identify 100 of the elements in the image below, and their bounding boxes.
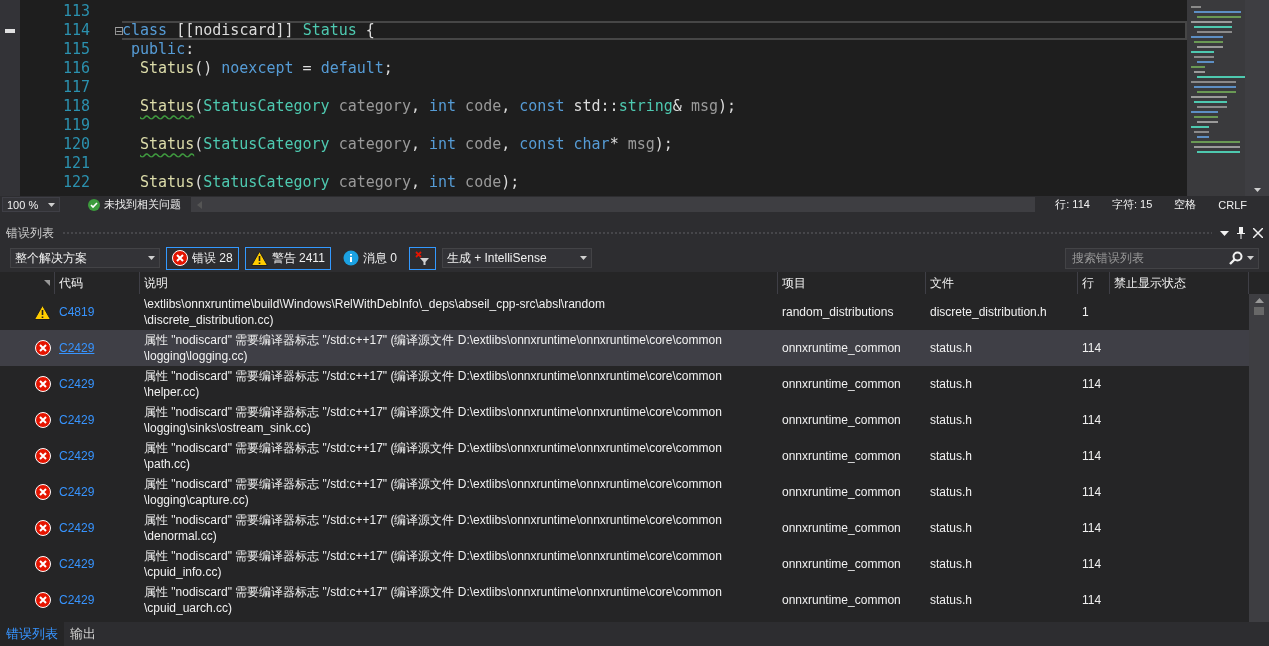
error-code-link[interactable]: C2429 [59,557,95,571]
line-number: 119 [61,116,90,135]
file-cell: discrete_distribution.h [930,305,1047,319]
column-header[interactable]: 说明 [144,274,168,292]
char-indicator: 字符: 15 [1111,197,1153,212]
project-cell: onnxruntime_common [782,413,901,427]
error-code-link[interactable]: C2429 [59,485,95,499]
error-icon [35,412,51,428]
pin-icon[interactable] [1237,227,1245,239]
description-text: \cpuid_uarch.cc) [144,600,234,616]
search-icon [1229,251,1243,265]
scope-dropdown[interactable]: 整个解决方案 [10,248,160,268]
column-header[interactable]: 代码 [59,274,83,292]
file-cell: status.h [930,521,973,535]
check-icon [88,198,100,211]
error-code-link[interactable]: C2429 [59,521,95,535]
warnings-filter[interactable]: 警告 2411 [244,246,331,270]
description-text: 属性 "nodiscard" 需要编译器标志 "/std:c++17" (编译源文件 D:\extlibs\onnxruntime\onnxruntime\core\common [144,404,723,420]
line-cell: 114 [1082,449,1102,463]
file-cell: status.h [930,449,973,463]
description-text: \logging\capture.cc) [144,492,250,508]
panel-tab[interactable]: 错误列表 [0,622,64,646]
description-text: \logging\logging.cc) [144,348,249,364]
fold-toggle[interactable]: ⊟ [113,24,124,37]
error-icon [35,448,51,464]
filter-clear-icon [414,250,430,266]
line-number: 121 [61,154,90,173]
code-line: Status(StatusCategory category, int code, const char* msg); [139,135,674,154]
indent-indicator: 空格 [1174,197,1197,212]
error-row[interactable]: C2429 属性 "nodiscard" 需要编译器标志 "/std:c++17" (编译源文件 D:\extlibs\onnxruntime\onnxruntime\core\common \logging\logging.cc) onnxruntime_common status.h 114 [0,330,1249,366]
project-cell: onnxruntime_common [782,593,901,607]
zoom-dropdown[interactable]: 100 % [2,197,60,212]
code-line: class [[nodiscard]] Status { [122,21,1187,40]
code-minimap[interactable] [1187,0,1245,196]
project-cell: onnxruntime_common [782,377,901,391]
file-cell: status.h [930,557,973,571]
line-number: 113 [61,2,90,21]
clear-filter-button[interactable] [408,246,436,270]
line-cell: 114 [1082,377,1102,391]
caret-icon [1253,188,1261,192]
line-number: 114 [61,21,90,40]
line-cell: 114 [1082,341,1102,355]
description-text: \path.cc) [144,456,192,472]
error-icon [35,556,51,572]
horizontal-scrollbar[interactable] [191,197,1036,212]
messages-filter[interactable]: 消息 0 [336,246,403,270]
description-text: \helper.cc) [144,384,201,400]
errors-filter[interactable]: 错误 28 [166,246,239,270]
dropdown-icon[interactable] [1220,230,1229,236]
line-indicator: 行: 114 [1055,197,1090,212]
description-text: 属性 "nodiscard" 需要编译器标志 "/std:c++17" (编译源文件 D:\extlibs\onnxruntime\onnxruntime\core\common [144,332,723,348]
error-code-link[interactable]: C4819 [59,305,95,319]
column-header[interactable]: 禁止显示状态 [1114,274,1186,292]
line-number: 118 [61,97,90,116]
panel-tab[interactable]: 输出 [64,622,102,646]
error-icon [35,376,51,392]
error-icon [35,520,51,536]
error-code-link[interactable]: C2429 [59,413,95,427]
list-scrollbar[interactable] [1249,294,1269,622]
close-icon[interactable] [1253,228,1263,238]
line-number: 116 [61,59,90,78]
error-icon [35,484,51,500]
column-header[interactable]: 项目 [782,274,806,292]
search-field[interactable]: 搜索错误列表 [1070,250,1225,266]
scroll-thumb[interactable] [1254,307,1264,315]
info-icon [342,250,359,266]
warning-icon [250,250,268,266]
scroll-up-icon[interactable] [1254,298,1264,303]
issues-status: 未找到相关问题 [104,197,181,212]
file-cell: status.h [930,377,973,391]
error-code-link[interactable]: C2429 [59,593,95,607]
project-cell: onnxruntime_common [782,485,901,499]
line-number: 117 [61,78,90,97]
project-cell: onnxruntime_common [782,557,901,571]
source-dropdown[interactable]: 生成 + IntelliSense [441,248,592,268]
line-cell: 114 [1082,521,1102,535]
line-cell: 114 [1082,557,1102,571]
search-box[interactable]: 搜索错误列表 [1065,247,1259,269]
source-value: 生成 + IntelliSense [446,249,547,267]
file-cell: status.h [930,413,973,427]
error-code-link[interactable]: C2429 [59,377,95,391]
code-line: Status(StatusCategory category, int code); [139,173,521,192]
description-text: 属性 "nodiscard" 需要编译器标志 "/std:c++17" (编译源文件 D:\extlibs\onnxruntime\onnxruntime\core\common [144,476,723,492]
vertical-scrollbar[interactable] [1245,0,1269,196]
error-icon [35,340,51,356]
caret-icon [579,256,587,260]
column-header[interactable]: 文件 [930,274,954,292]
warning-icon [34,304,51,320]
code-line: Status() noexcept = default; [139,59,394,78]
description-text: 属性 "nodiscard" 需要编译器标志 "/std:c++17" (编译源文件 D:\extlibs\onnxruntime\onnxruntime\core\common [144,368,723,384]
description-text: \denormal.cc) [144,528,218,544]
error-code-link[interactable]: C2429 [59,449,95,463]
zoom-value: 100 % [7,198,39,211]
error-icon [172,250,188,266]
scope-value: 整个解决方案 [15,249,87,267]
column-header[interactable]: 行 [1082,274,1094,292]
line-ending-indicator: CRLF [1218,198,1247,211]
line-number: 115 [61,40,90,59]
column-options-icon[interactable] [44,280,50,286]
caret-icon [148,256,155,260]
